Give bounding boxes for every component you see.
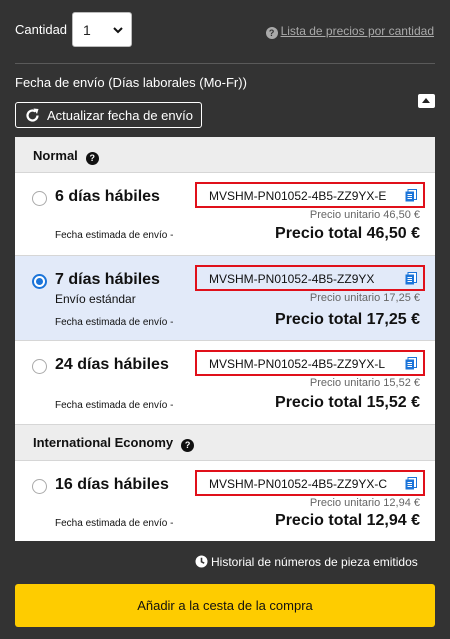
question-icon: ?: [265, 27, 278, 39]
quantity-select[interactable]: 1: [72, 12, 132, 47]
part-number: MVSHM-PN01052-4B5-ZZ9YX: [209, 272, 375, 286]
standard-shipping-label: Envío estándar: [55, 292, 136, 306]
total-price: Precio total 15,52 €: [275, 394, 420, 411]
copy-icon[interactable]: [405, 189, 417, 202]
radio-button[interactable]: [32, 191, 47, 206]
quantity-value: 1: [83, 22, 91, 38]
add-to-cart-button[interactable]: Añadir a la cesta de la compra: [15, 584, 435, 627]
history-link-label: Historial de números de pieza emitidos: [211, 555, 418, 569]
help-icon[interactable]: ?: [181, 439, 195, 452]
part-number-box: MVSHM-PN01052-4B5-ZZ9YX-L: [195, 350, 425, 376]
part-number-box: MVSHM-PN01052-4B5-ZZ9YX-E: [195, 182, 425, 208]
copy-icon[interactable]: [405, 477, 417, 490]
collapse-toggle-button[interactable]: [418, 94, 435, 108]
option-days: 6 días hábiles: [55, 188, 160, 205]
option-days: 7 días hábiles: [55, 271, 160, 288]
part-number: MVSHM-PN01052-4B5-ZZ9YX-L: [209, 357, 386, 371]
unit-price: Precio unitario 17,25 €: [309, 292, 420, 304]
price-list-label: Lista de precios por cantidad: [280, 24, 434, 38]
unit-price: Precio unitario 15,52 €: [309, 377, 420, 389]
group-name: Normal: [33, 148, 78, 163]
unit-price: Precio unitario 12,94 €: [309, 497, 420, 509]
group-header-international-economy: International Economy?: [15, 424, 435, 460]
shipping-option-6-days[interactable]: 6 días hábiles MVSHM-PN01052-4B5-ZZ9YX-E…: [15, 172, 435, 255]
update-shipping-date-button[interactable]: Actualizar fecha de envío: [15, 102, 202, 128]
radio-button[interactable]: [32, 479, 47, 494]
shipping-option-7-days[interactable]: 7 días hábiles Envío estándar MVSHM-PN01…: [15, 255, 435, 340]
option-days: 16 días hábiles: [55, 476, 169, 493]
shipping-option-16-days[interactable]: 16 días hábiles MVSHM-PN01052-4B5-ZZ9YX-…: [15, 460, 435, 541]
copy-icon[interactable]: [405, 357, 417, 370]
total-price: Precio total 12,94 €: [275, 512, 420, 529]
shipping-date-label: Fecha de envío (Días laborales (Mo-Fr)): [15, 75, 247, 90]
shipping-option-24-days[interactable]: 24 días hábiles MVSHM-PN01052-4B5-ZZ9YX-…: [15, 340, 435, 424]
price-list-link[interactable]: ? Lista de precios por cantidad: [265, 24, 434, 39]
total-price: Precio total 17,25 €: [275, 311, 420, 328]
radio-button-selected[interactable]: [32, 274, 47, 289]
estimated-ship-date: Fecha estimada de envío -: [55, 400, 174, 411]
help-icon[interactable]: ?: [85, 152, 99, 165]
group-name: International Economy: [33, 435, 174, 450]
part-number: MVSHM-PN01052-4B5-ZZ9YX-C: [209, 477, 388, 491]
part-number: MVSHM-PN01052-4B5-ZZ9YX-E: [209, 189, 387, 203]
divider: [15, 63, 435, 64]
group-header-normal: Normal?: [15, 137, 435, 172]
quantity-row: Cantidad 1 ? Lista de precios por cantida…: [0, 0, 450, 58]
radio-button[interactable]: [32, 359, 47, 374]
estimated-ship-date: Fecha estimada de envío -: [55, 317, 174, 328]
update-shipping-date-label: Actualizar fecha de envío: [47, 108, 193, 123]
chevron-down-icon: [113, 27, 123, 34]
copy-icon[interactable]: [405, 272, 417, 285]
clock-icon: [195, 555, 208, 568]
quantity-label: Cantidad: [15, 22, 68, 37]
part-number-box: MVSHM-PN01052-4B5-ZZ9YX: [195, 265, 425, 291]
part-number-box: MVSHM-PN01052-4B5-ZZ9YX-C: [195, 470, 425, 496]
shipping-options-panel: Normal? 6 días hábiles MVSHM-PN01052-4B5…: [15, 137, 435, 541]
estimated-ship-date: Fecha estimada de envío -: [55, 518, 174, 529]
option-days: 24 días hábiles: [55, 356, 169, 373]
refresh-icon: [26, 108, 39, 122]
estimated-ship-date: Fecha estimada de envío -: [55, 230, 174, 241]
total-price: Precio total 46,50 €: [275, 225, 420, 242]
unit-price: Precio unitario 46,50 €: [309, 209, 420, 221]
